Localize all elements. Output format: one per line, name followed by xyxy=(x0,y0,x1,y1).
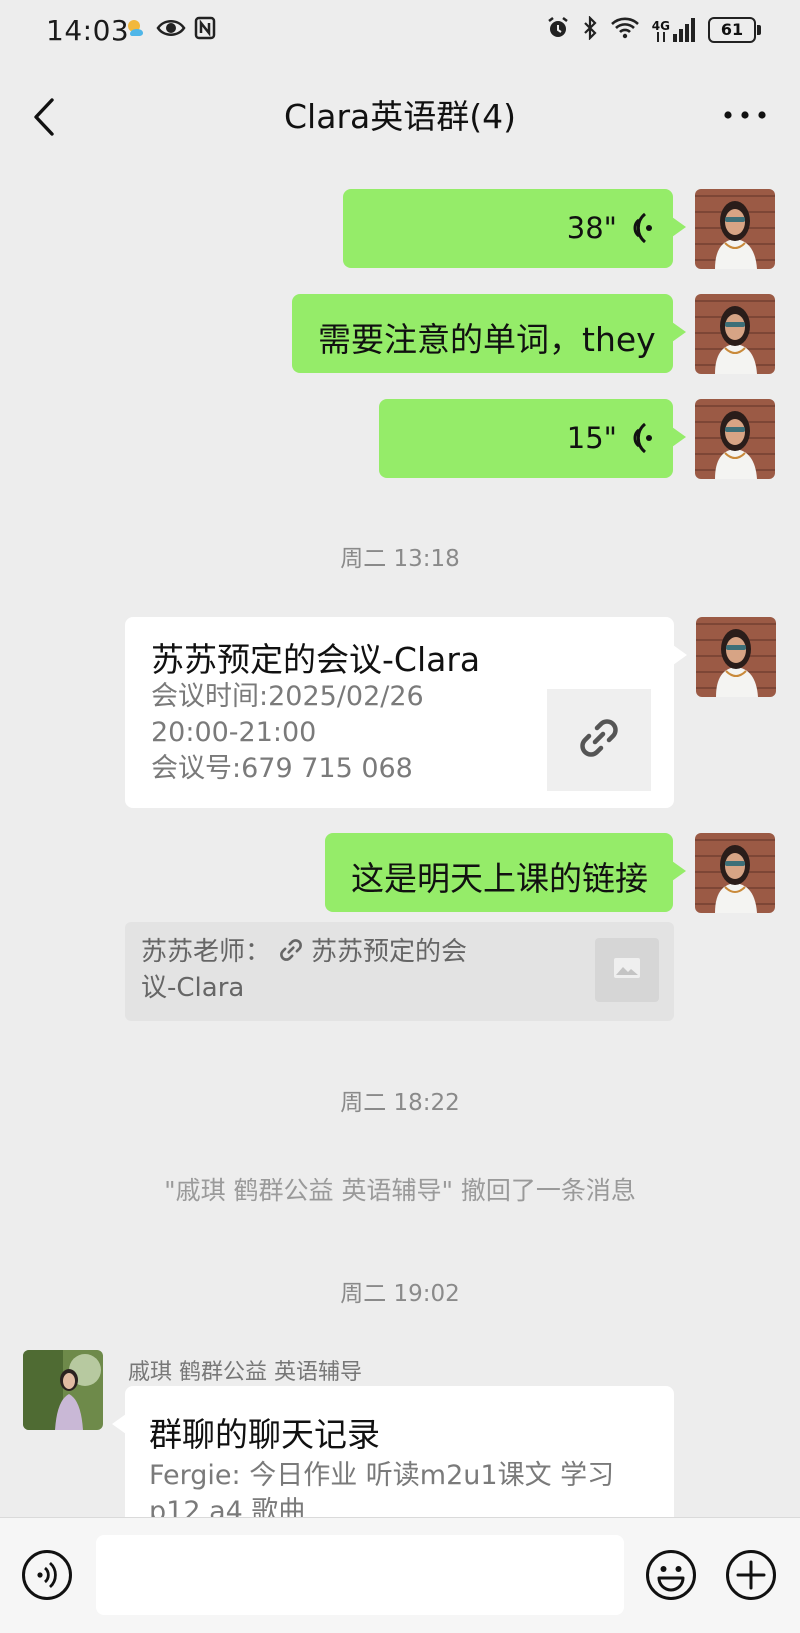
quote-colon: ： xyxy=(245,937,272,967)
image-icon xyxy=(613,957,641,983)
card-line: 20:00-21:00 xyxy=(151,717,317,748)
eye-icon xyxy=(156,17,186,43)
alarm-icon xyxy=(546,16,570,44)
emoji-icon xyxy=(645,1550,697,1605)
status-time: 14:03 xyxy=(46,14,130,47)
avatar[interactable] xyxy=(695,189,775,269)
message-text: 需要注意的单词，they xyxy=(318,320,656,359)
quote-line-2: 议-Clara xyxy=(141,973,245,1003)
status-bar: 14:03 4G 61 xyxy=(0,0,800,66)
voice-duration: 38" xyxy=(566,211,617,245)
avatar[interactable] xyxy=(696,617,776,697)
link-icon xyxy=(575,714,623,766)
plus-icon xyxy=(725,1550,777,1605)
link-icon xyxy=(277,936,305,974)
avatar[interactable] xyxy=(695,294,775,374)
more-button[interactable] xyxy=(720,100,770,130)
voice-message-bubble[interactable]: 15" xyxy=(379,399,686,478)
card-line: 会议号:679 715 068 xyxy=(151,753,413,784)
message-text: 这是明天上课的链接 xyxy=(351,859,648,898)
voice-wave-icon xyxy=(627,421,655,459)
sender-name: 戚琪 鹤群公益 英语辅导 xyxy=(128,1360,362,1385)
card-line: Fergie: 今日作业 听读m2u1课文 学习 xyxy=(149,1460,615,1491)
timestamp: 周二 13:18 xyxy=(340,546,460,572)
meeting-link-card[interactable]: 苏苏预定的会议-Clara 会议时间:2025/02/26 20:00-21:0… xyxy=(125,617,687,808)
quote-title-part: 苏苏预定的会 xyxy=(311,937,468,967)
emoji-button[interactable] xyxy=(645,1549,697,1601)
quote-line-1: 苏苏老师： 苏苏预定的会 xyxy=(141,934,467,974)
battery-icon: 61 xyxy=(708,17,761,43)
plus-button[interactable] xyxy=(725,1549,777,1601)
avatar[interactable] xyxy=(695,399,775,479)
text-message-bubble[interactable]: 需要注意的单词，they xyxy=(292,294,686,373)
card-line: 会议时间:2025/02/26 xyxy=(151,681,424,712)
quoted-message[interactable]: 苏苏老师： 苏苏预定的会 议-Clara xyxy=(125,922,674,1021)
quote-thumbnail xyxy=(595,938,659,1002)
weather-icon xyxy=(124,16,148,44)
voice-input-button[interactable] xyxy=(21,1549,73,1601)
timestamp: 周二 19:02 xyxy=(340,1281,460,1307)
nfc-icon xyxy=(194,16,216,44)
voice-message-bubble[interactable]: 38" xyxy=(343,189,686,268)
voice-wave-icon xyxy=(627,211,655,249)
voice-duration: 15" xyxy=(566,421,617,455)
network-type: 4G xyxy=(651,19,670,33)
card-title: 群聊的聊天记录 xyxy=(149,1415,380,1454)
avatar[interactable] xyxy=(23,1350,103,1430)
card-thumbnail xyxy=(547,689,651,791)
status-icons-left xyxy=(124,16,216,44)
card-title: 苏苏预定的会议-Clara xyxy=(151,640,481,679)
avatar[interactable] xyxy=(695,833,775,913)
bluetooth-icon xyxy=(582,15,598,44)
timestamp: 周二 18:22 xyxy=(340,1090,460,1116)
signal-icon: 4G xyxy=(652,18,696,42)
status-icons-right: 4G 61 xyxy=(546,15,761,44)
more-dots-icon xyxy=(720,111,770,134)
chat-title[interactable]: Clara英语群(4) xyxy=(0,90,800,138)
text-message-bubble[interactable]: 这是明天上课的链接 xyxy=(325,833,686,912)
quote-sender: 苏苏老师 xyxy=(141,937,246,967)
message-input[interactable] xyxy=(96,1535,624,1615)
wifi-icon xyxy=(610,17,640,43)
voice-input-icon xyxy=(21,1550,73,1605)
recall-notice: "戚琪 鹤群公益 英语辅导" 撤回了一条消息 xyxy=(164,1176,636,1205)
